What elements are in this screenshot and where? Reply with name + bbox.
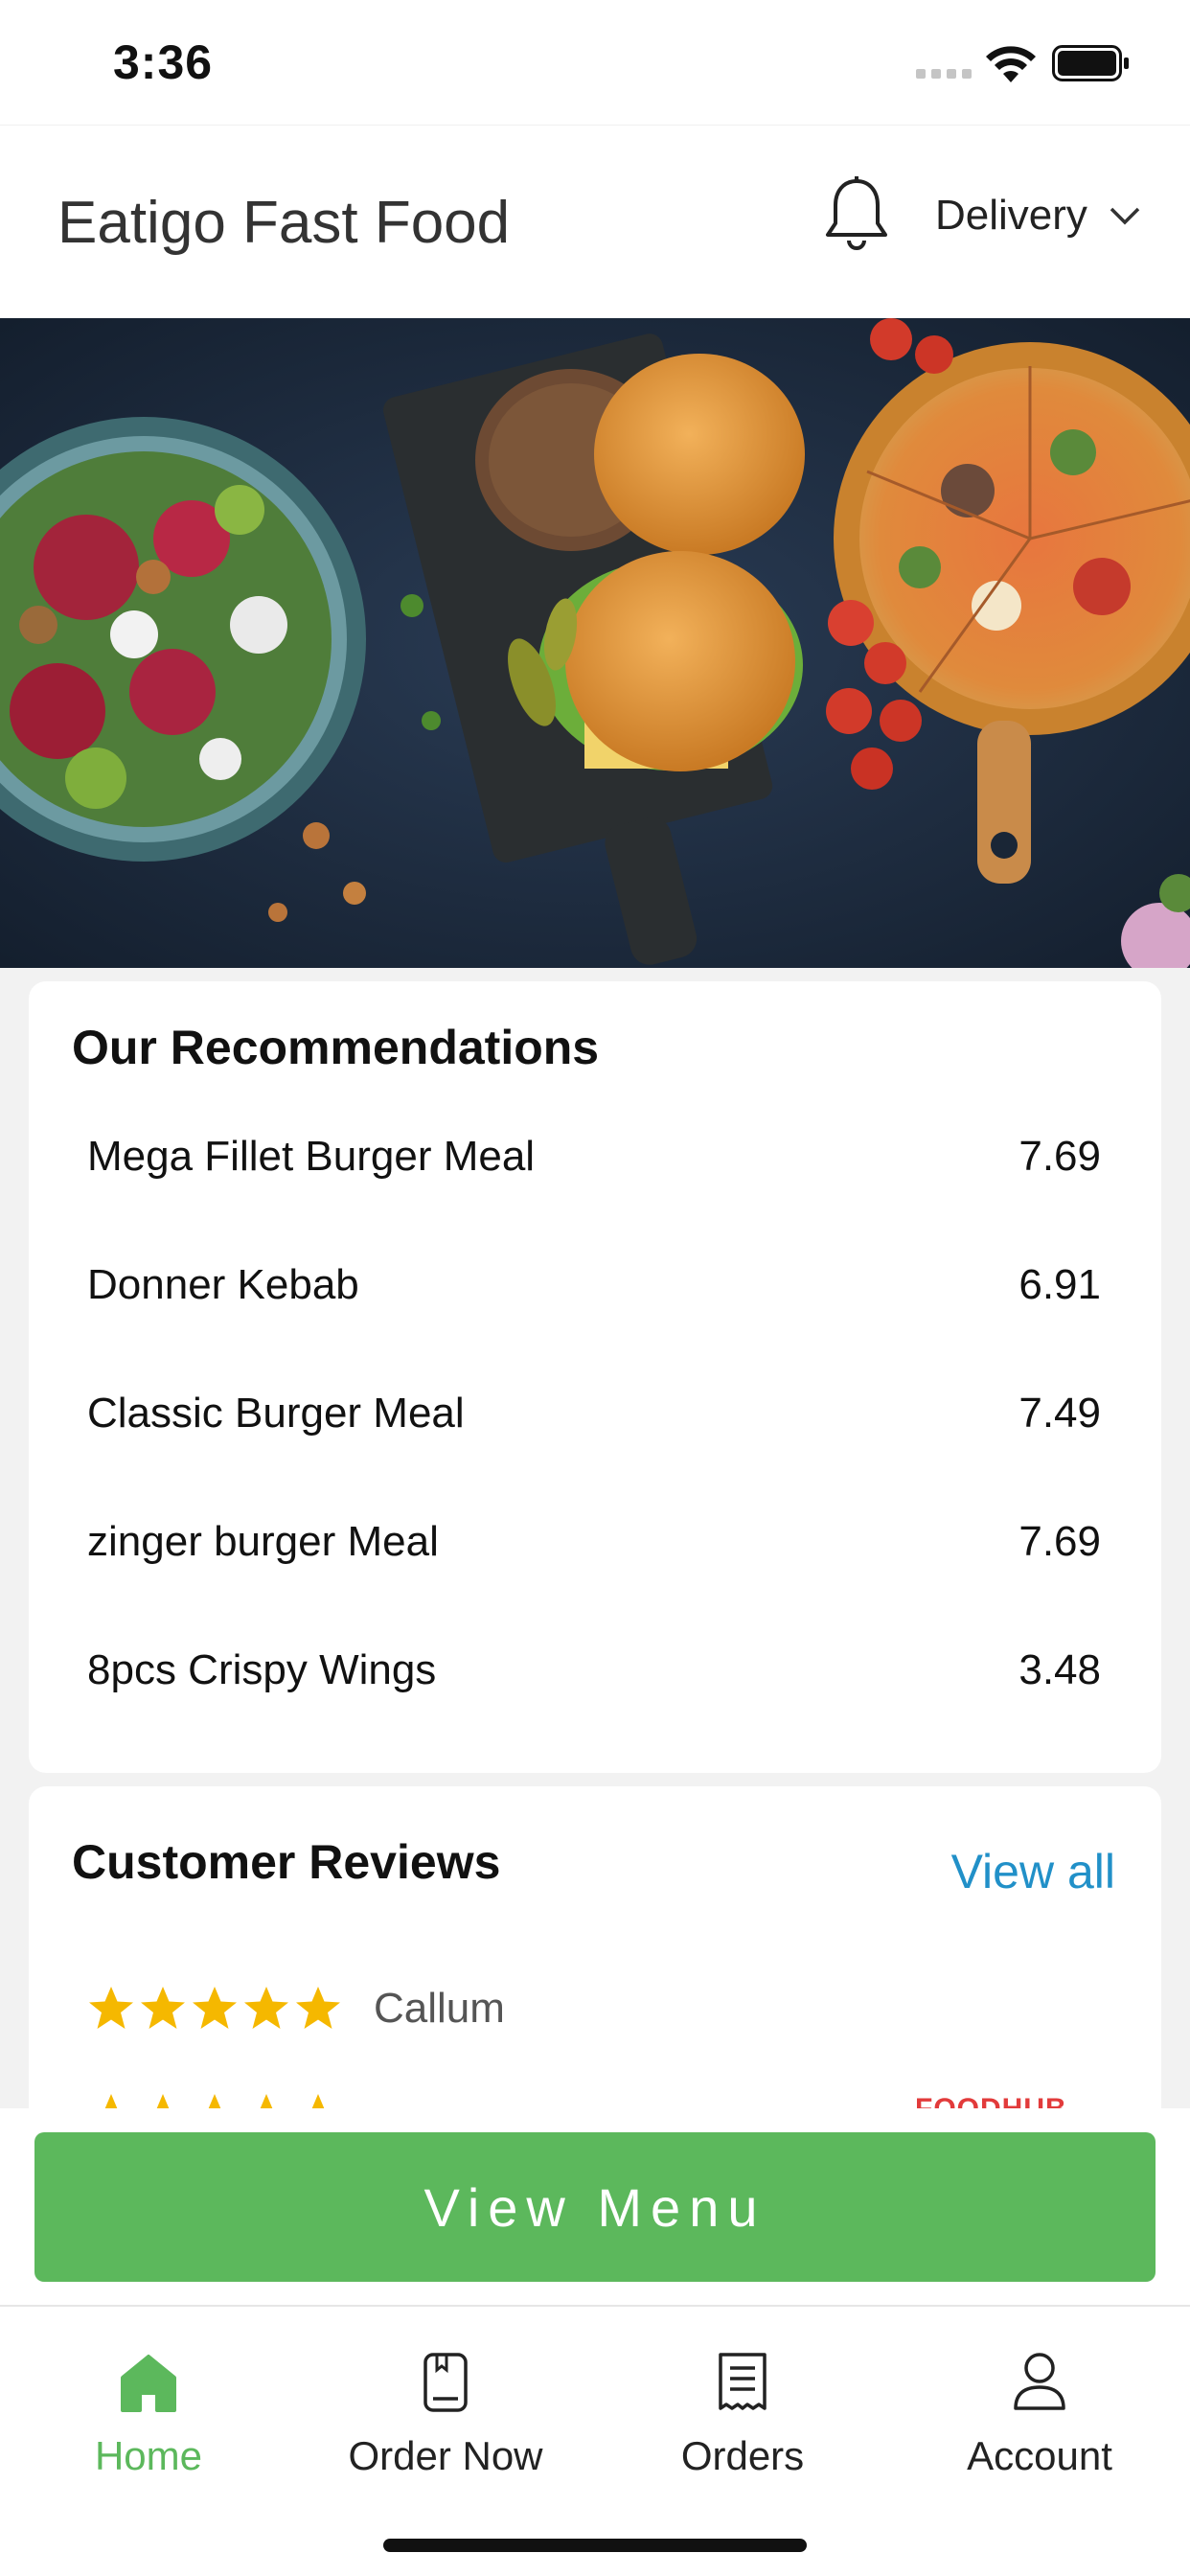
recommendations-card: Our Recommendations Mega Fillet Burger M… [29,981,1161,1773]
recommendation-name: Classic Burger Meal [87,1390,465,1437]
recommendation-name: zinger burger Meal [87,1518,439,1565]
star-icon [296,1987,340,2029]
delivery-mode-selector[interactable]: Delivery [935,187,1141,244]
view-menu-button[interactable]: View Menu [34,2132,1156,2282]
recommendation-price: 6.91 [1018,1261,1101,1308]
star-rating [86,1984,343,2034]
recommendation-item[interactable]: Donner Kebab 6.91 [87,1242,1101,1328]
tab-label: Order Now [348,2433,543,2478]
tab-home[interactable]: Home [0,2307,297,2498]
bottom-area: View Menu Home Order Now Orders Account [0,2108,1190,2576]
reviewer-name: Callum [374,1985,505,2032]
status-bar: 3:36 [0,0,1190,125]
recommendation-item[interactable]: Classic Burger Meal 7.49 [87,1370,1101,1457]
star-icon [141,1987,185,2029]
review-item: Callum [86,1984,505,2034]
bottom-tab-bar: Home Order Now Orders Account [0,2305,1190,2576]
tab-label: Orders [680,2433,805,2478]
recommendation-item[interactable]: Mega Fillet Burger Meal 7.69 [87,1114,1101,1200]
star-icon [89,1987,133,2029]
order-book-icon [423,2353,468,2412]
user-icon [1014,2353,1065,2410]
tab-label: Account [967,2433,1112,2478]
hero-food-image [0,318,1190,968]
recommendation-price: 7.49 [1018,1390,1101,1437]
recommendation-price: 3.48 [1018,1646,1101,1693]
tab-account[interactable]: Account [891,2307,1188,2498]
star-icon [193,1987,237,2029]
star-icon [244,1987,288,2029]
chevron-down-icon [1110,207,1140,225]
receipt-icon [719,2353,767,2410]
recommendation-price: 7.69 [1018,1133,1101,1180]
restaurant-title: Eatigo Fast Food [57,190,511,256]
battery-icon [1052,45,1129,81]
home-icon [121,2355,176,2412]
delivery-mode-label: Delivery [935,192,1087,239]
recommendation-price: 7.69 [1018,1518,1101,1565]
customer-reviews-title: Customer Reviews [72,1835,501,1889]
view-all-reviews-link[interactable]: View all [951,1844,1115,1899]
recommendation-item[interactable]: 8pcs Crispy Wings 3.48 [87,1627,1101,1714]
tab-order-now[interactable]: Order Now [297,2307,594,2498]
app-header: Eatigo Fast Food Delivery [0,125,1190,319]
app-screen: 3:36 Eatigo Fast Food Delivery Our Recom… [0,0,1190,2576]
recommendation-name: Mega Fillet Burger Meal [87,1133,536,1180]
recommendation-item[interactable]: zinger burger Meal 7.69 [87,1499,1101,1585]
wifi-icon [986,46,1036,82]
cellular-signal-icon [916,69,972,79]
recommendations-title: Our Recommendations [72,1021,600,1074]
tab-orders[interactable]: Orders [594,2307,891,2498]
status-time: 3:36 [113,35,214,89]
recommendation-name: Donner Kebab [87,1261,359,1308]
tab-label: Home [94,2433,203,2478]
bell-icon[interactable] [822,175,891,254]
recommendation-name: 8pcs Crispy Wings [87,1646,437,1693]
home-indicator [383,2539,807,2552]
